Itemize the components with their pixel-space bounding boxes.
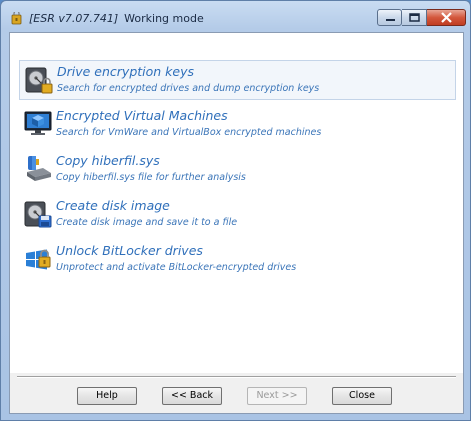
option-description: Copy hiberfil.sys file for further analy… [56,172,246,183]
option-title: Encrypted Virtual Machines [56,108,228,123]
option-title: Create disk image [56,198,170,213]
option-copy-hiberfil[interactable]: Copy hiberfil.sys Copy hiberfil.sys file… [19,150,456,190]
minimize-icon [386,19,395,21]
option-description: Search for encrypted drives and dump enc… [57,83,320,94]
drive-lock-icon [25,67,53,94]
close-icon [441,12,452,23]
option-description: Unprotect and activate BitLocker-encrypt… [56,262,297,273]
maximize-icon [409,13,420,22]
options-panel: Drive encryption keys Search for encrypt… [10,33,463,373]
title-bar[interactable]: [ESR v7.07.741] Working mode [1,1,470,31]
option-title: Unlock BitLocker drives [56,243,203,258]
minimize-button[interactable] [377,9,402,26]
close-button[interactable]: Close [332,387,392,405]
window-title-mode: Working mode [124,12,204,25]
window-title: [ESR v7.07.741] Working mode [29,12,204,25]
help-button[interactable]: Help [77,387,137,405]
window-title-version: [ESR v7.07.741] [29,12,119,25]
disk-image-icon [24,201,52,228]
option-title: Drive encryption keys [57,64,195,79]
bitlocker-unlock-icon [26,249,51,270]
option-description: Create disk image and save it to a file [56,217,238,228]
option-description: Search for VmWare and VirtualBox encrypt… [56,127,322,138]
option-drive-encryption-keys[interactable]: Drive encryption keys Search for encrypt… [19,60,456,100]
app-icon [11,12,22,25]
dialog-client: Drive encryption keys Search for encrypt… [9,32,464,414]
back-button[interactable]: << Back [162,387,222,405]
button-separator [17,376,456,378]
hibernate-file-icon [27,156,51,181]
close-window-button[interactable] [427,9,466,26]
app-window: [ESR v7.07.741] Working mode Drive encry… [0,0,471,421]
option-title: Copy hiberfil.sys [56,153,160,168]
maximize-button[interactable] [402,9,427,26]
virtual-machine-icon [24,111,52,135]
option-create-disk-image[interactable]: Create disk image Create disk image and … [19,195,456,235]
next-button[interactable]: Next >> [247,387,307,405]
option-encrypted-virtual-machines[interactable]: Encrypted Virtual Machines Search for Vm… [19,105,456,145]
option-unlock-bitlocker[interactable]: Unlock BitLocker drives Unprotect and ac… [19,240,456,280]
